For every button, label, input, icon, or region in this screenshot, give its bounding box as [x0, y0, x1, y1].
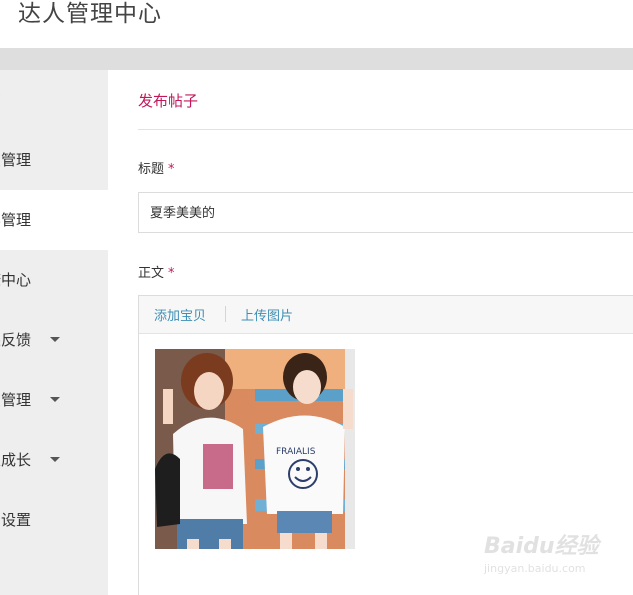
add-item-button[interactable]: 添加宝贝	[154, 305, 206, 324]
chevron-down-icon	[50, 337, 60, 342]
sidebar-item-label: 容管理	[0, 211, 32, 229]
sidebar-item-feedback[interactable]: 果反馈	[0, 310, 108, 370]
sidebar-item-label: 果反馈	[0, 331, 32, 349]
sidebar-item-growth[interactable]: 人成长	[0, 430, 108, 490]
sidebar-item-content[interactable]: 容管理	[0, 190, 108, 250]
watermark-url: jingyan.baidu.com	[484, 562, 586, 575]
sidebar-item-points[interactable]: 点管理	[0, 130, 108, 190]
upload-image-button[interactable]: 上传图片	[241, 305, 293, 324]
sidebar-item-label: 页	[0, 89, 1, 110]
watermark-logo: Baidu经验 jingyan.baidu.com	[484, 528, 604, 584]
chevron-down-icon	[50, 397, 60, 402]
sidebar-item-label: 康中心	[0, 271, 32, 289]
required-mark: *	[168, 266, 175, 281]
required-mark: *	[168, 162, 175, 177]
sidebar-item-messages[interactable]: 息管理	[0, 370, 108, 430]
sidebar-item-label: 点管理	[0, 151, 32, 169]
chevron-down-icon	[50, 457, 60, 462]
sidebar: 页 点管理 容管理 康中心 果反馈 息管理 人成长 号设置	[0, 70, 108, 595]
app-title: 达人管理中心	[18, 1, 162, 27]
svg-text:FRAIALIS: FRAIALIS	[276, 447, 316, 457]
title-input[interactable]: 夏季美美的	[138, 192, 633, 233]
watermark-brand: Baidu经验	[484, 534, 599, 559]
sidebar-item-account[interactable]: 号设置	[0, 490, 108, 550]
sidebar-item-label: 号设置	[0, 511, 32, 529]
post-image[interactable]: FRAIALIS	[155, 349, 355, 549]
title-field-label: 标题 *	[138, 158, 175, 177]
main-content: 发布帖子 标题 * 夏季美美的 正文 * 添加宝贝 上传图片 FRAIALIS	[108, 70, 633, 595]
sidebar-item-home[interactable]: 页	[0, 70, 108, 130]
toolbar-separator	[225, 306, 226, 322]
title-label-text: 标题	[138, 162, 165, 177]
sidebar-item-label: 人成长	[0, 451, 32, 469]
photo-illustration: FRAIALIS	[155, 349, 355, 549]
body-field-label: 正文 *	[138, 262, 175, 281]
sidebar-item-label: 息管理	[0, 391, 32, 409]
top-nav-bar	[0, 48, 633, 70]
editor-toolbar: 添加宝贝 上传图片	[139, 296, 633, 334]
header: 达人管理中心	[0, 0, 633, 48]
page-title: 发布帖子	[138, 92, 199, 110]
body-label-text: 正文	[138, 266, 165, 281]
sidebar-item-health[interactable]: 康中心	[0, 250, 108, 310]
divider	[138, 129, 633, 130]
